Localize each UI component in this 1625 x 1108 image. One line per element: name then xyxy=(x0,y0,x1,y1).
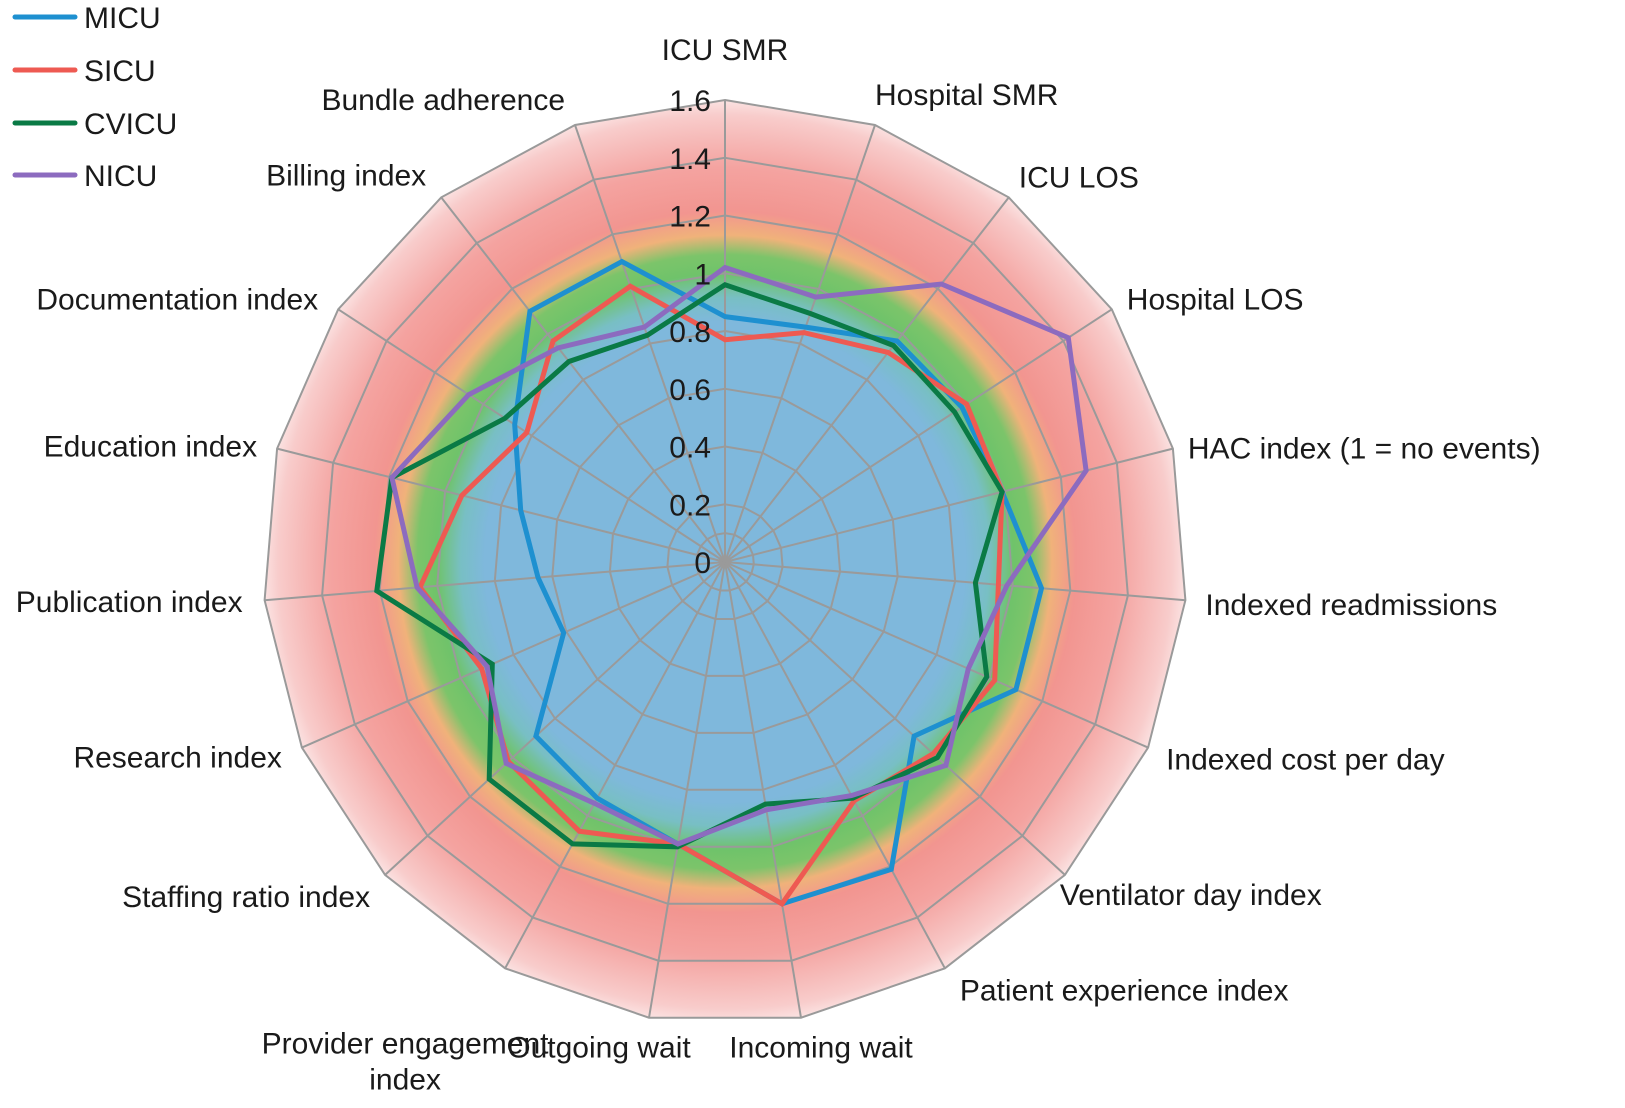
axis-label: HAC index (1 = no events) xyxy=(1188,433,1541,466)
legend: MICU SICU CVICU NICU xyxy=(12,2,177,193)
axis-label: Publication index xyxy=(16,586,243,619)
radial-tick-label: 0.2 xyxy=(669,489,711,522)
legend-item-micu[interactable]: MICU xyxy=(12,2,161,35)
radial-tick-label: 1.2 xyxy=(669,201,711,234)
radial-tick-label: 0.8 xyxy=(669,316,711,349)
axis-label: ICU SMR xyxy=(662,34,789,67)
axis-label: Provider engagement index xyxy=(262,1027,550,1096)
radial-tick-label: 1.6 xyxy=(669,85,711,118)
radial-tick-label: 0.4 xyxy=(669,432,711,465)
axis-label: Staffing ratio index xyxy=(122,881,370,914)
axis-label: Ventilator day index xyxy=(1060,879,1322,912)
radial-tick-label: 1.4 xyxy=(669,143,711,176)
legend-label-micu: MICU xyxy=(84,2,161,35)
axis-label: Research index xyxy=(73,742,281,775)
axis-label: Education index xyxy=(44,431,258,464)
legend-label-sicu: SICU xyxy=(84,55,156,88)
legend-item-nicu[interactable]: NICU xyxy=(12,160,157,193)
axis-label: ICU LOS xyxy=(1019,161,1139,194)
radial-tick-label: 0.6 xyxy=(669,374,711,407)
radial-tick-label: 1 xyxy=(694,258,711,291)
radar-chart: 0 0.2 0.4 0.6 0.8 1 1.2 1.4 1.6 ICU SMR Hospital … xyxy=(12,2,1541,1096)
axis-label: Patient experience index xyxy=(960,974,1289,1007)
legend-label-nicu: NICU xyxy=(84,160,157,193)
axis-label: Billing index xyxy=(266,159,426,192)
axis-label: Indexed readmissions xyxy=(1205,589,1497,622)
axis-label: Hospital SMR xyxy=(875,79,1058,112)
legend-item-sicu[interactable]: SICU xyxy=(12,55,156,88)
radial-tick-label: 0 xyxy=(694,547,711,580)
legend-label-cvicu: CVICU xyxy=(84,108,177,141)
legend-item-cvicu[interactable]: CVICU xyxy=(12,108,177,141)
axis-label: Bundle adherence xyxy=(321,84,565,117)
axis-label: Incoming wait xyxy=(729,1032,913,1065)
axis-label: Indexed cost per day xyxy=(1166,744,1445,777)
radial-ticks: 0 0.2 0.4 0.6 0.8 1 1.2 1.4 1.6 xyxy=(669,85,711,580)
axis-label: Hospital LOS xyxy=(1127,283,1304,316)
axis-label: Documentation index xyxy=(36,283,318,316)
